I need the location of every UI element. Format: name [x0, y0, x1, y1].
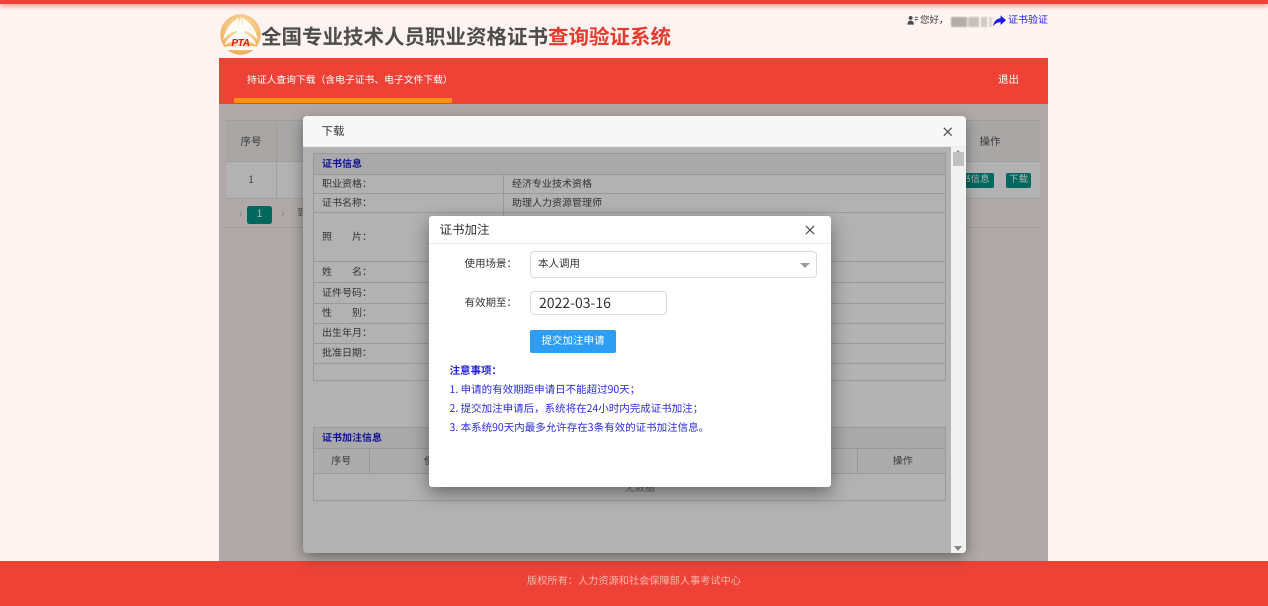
svg-text:PTA: PTA — [231, 38, 249, 49]
